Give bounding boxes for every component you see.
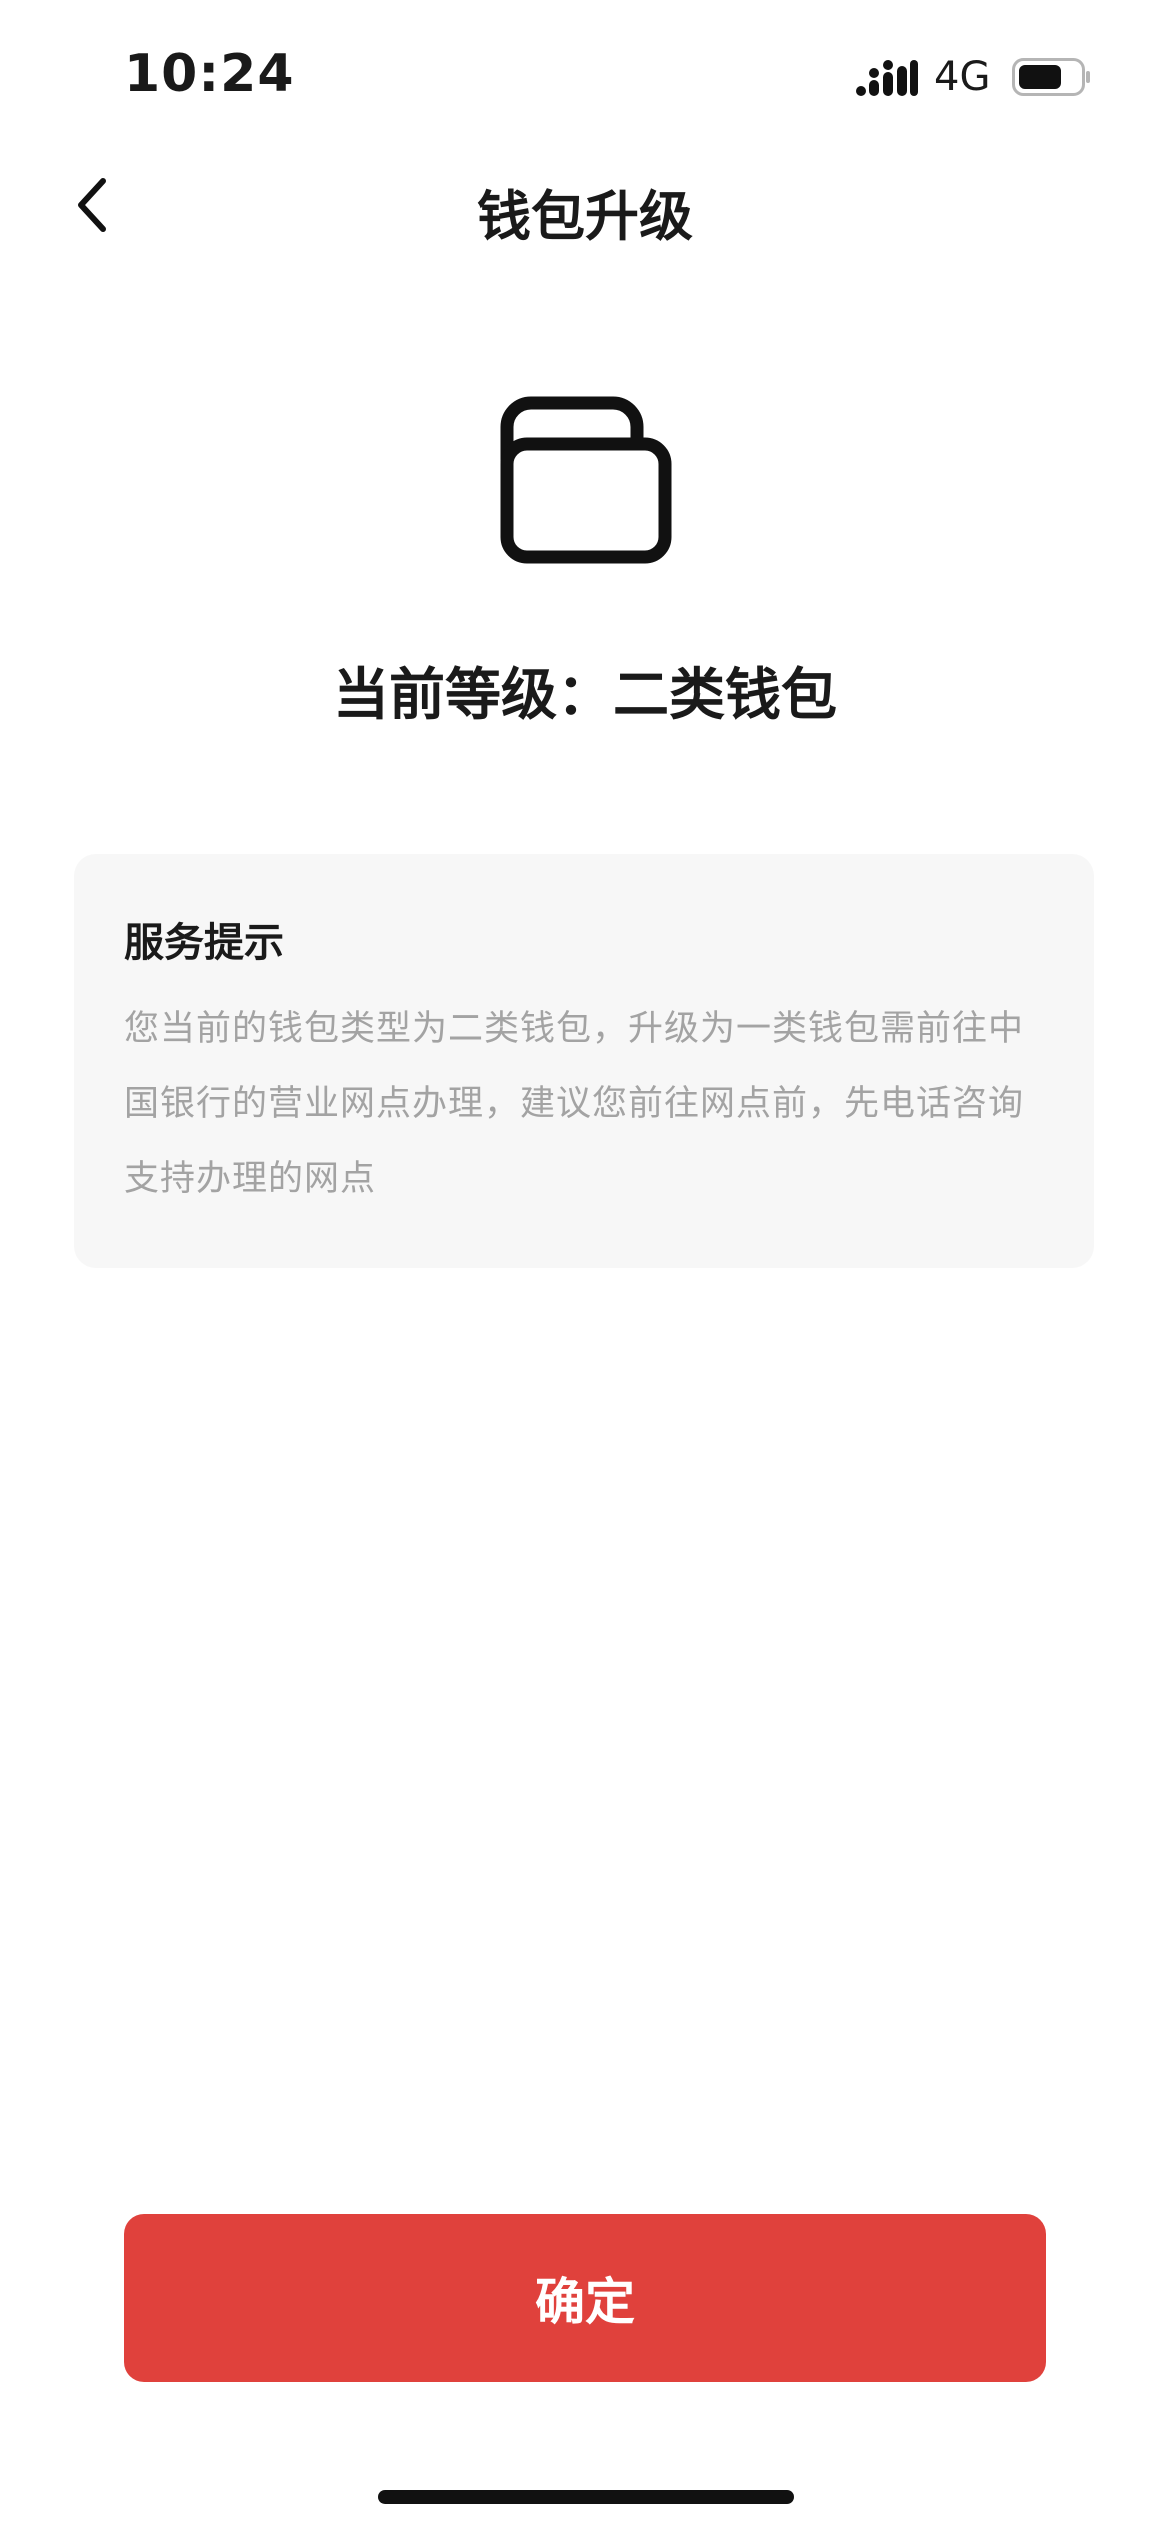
status-bar: 10:24 4G (0, 0, 1170, 150)
service-tip-card: 服务提示 您当前的钱包类型为二类钱包，升级为一类钱包需前往中国银行的营业网点办理… (74, 854, 1094, 1268)
battery-icon (1012, 58, 1090, 96)
page-title: 钱包升级 (477, 185, 693, 248)
current-level-text: 当前等级：二类钱包 (333, 663, 837, 728)
nav-bar: 钱包升级 (0, 150, 1170, 260)
confirm-button[interactable]: 确定 (124, 2214, 1046, 2382)
wallet-icon (500, 396, 672, 564)
network-type: 4G (934, 54, 991, 100)
home-indicator[interactable] (378, 2490, 794, 2504)
status-time: 10:24 (124, 44, 295, 104)
service-tip-title: 服务提示 (124, 920, 284, 966)
cellular-signal-icon (856, 60, 918, 96)
service-tip-body: 您当前的钱包类型为二类钱包，升级为一类钱包需前往中国银行的营业网点办理，建议您前… (124, 1009, 1025, 1199)
